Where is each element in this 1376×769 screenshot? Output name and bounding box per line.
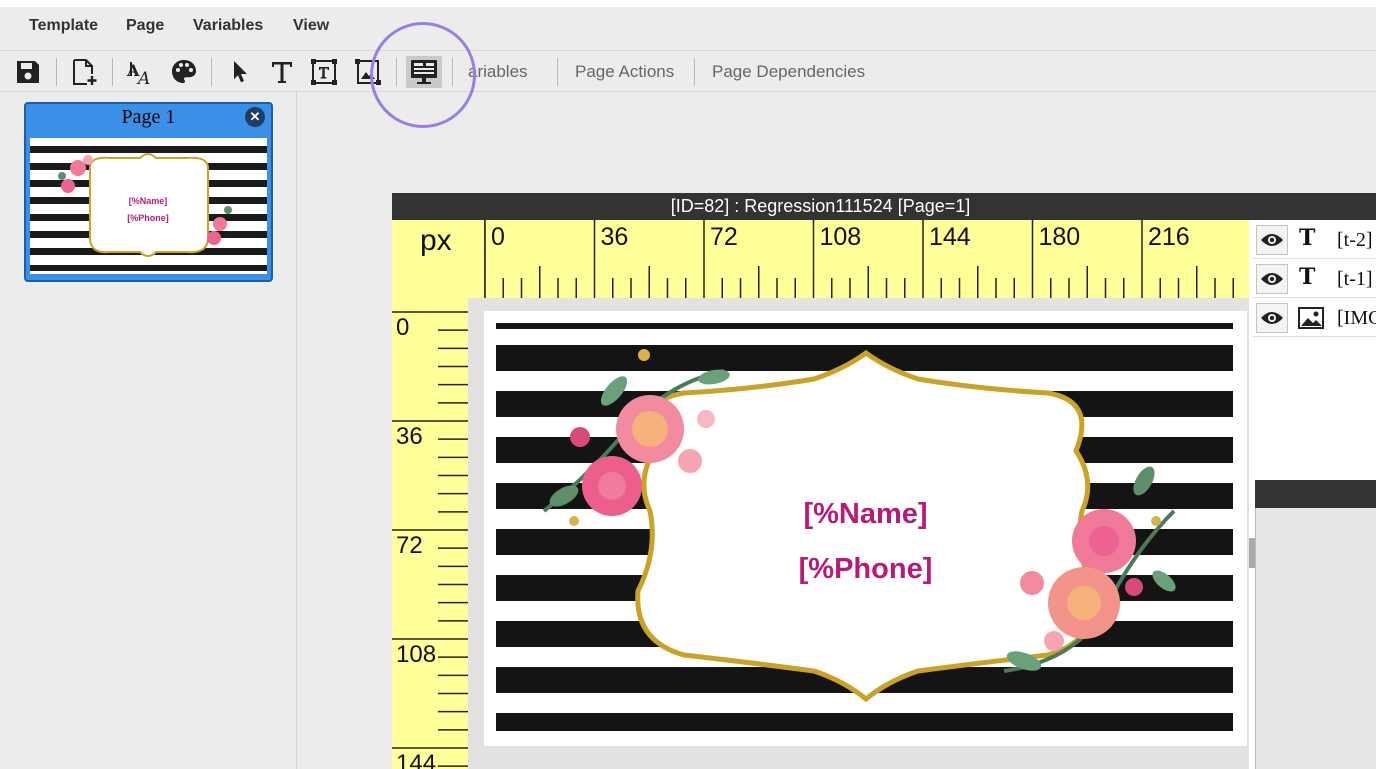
eye-icon	[1261, 312, 1283, 324]
variables-tab[interactable]: ariables	[468, 62, 528, 82]
thumbnail-card-artwork: [%Name] [%Phone]	[30, 138, 267, 274]
text-layer-icon: T	[1299, 264, 1316, 290]
page-actions-tab[interactable]: Page Actions	[575, 62, 674, 82]
horizontal-ruler: 0 36 72 108 144 180 216	[484, 220, 1249, 298]
thumbnail-phone-text: [%Phone]	[127, 213, 169, 223]
toolbar-separator	[557, 58, 558, 86]
text-box-icon	[311, 59, 337, 85]
page-thumbnail-preview: [%Name] [%Phone]	[30, 138, 267, 274]
ruler-tick-label: 72	[396, 532, 423, 559]
vertical-ruler-ticks: 0 36 72 108 144	[392, 311, 468, 769]
ruler-tick-label: 36	[601, 223, 629, 251]
menu-view[interactable]: View	[293, 17, 329, 35]
ruler-tick-label: 36	[396, 423, 423, 450]
close-icon[interactable]: ✕	[245, 107, 265, 127]
page-thumbnail-title: Page 1	[121, 106, 176, 128]
svg-text:A: A	[136, 69, 150, 87]
toolbar-separator	[211, 58, 212, 86]
save-button[interactable]	[12, 56, 44, 88]
menu-template[interactable]: Template	[29, 17, 98, 35]
eye-icon	[1261, 273, 1283, 285]
palette-button[interactable]	[168, 56, 200, 88]
ruler-tick-label: 216	[1148, 223, 1190, 251]
select-tool-button[interactable]	[224, 56, 256, 88]
layer-name: [t-1]	[1337, 268, 1373, 290]
text-tool-icon	[272, 62, 292, 83]
layer-visibility-toggle[interactable]	[1256, 225, 1288, 255]
horizontal-ruler-ticks: 0 36 72 108 144 180 216	[485, 220, 1234, 298]
ruler-tick-label: 180	[1039, 223, 1081, 251]
layers-panel: T [t-2] T [t-1] [IMG	[1249, 193, 1376, 769]
ruler-tick-label: 144	[929, 223, 971, 251]
card-name-field[interactable]: [%Name]	[484, 498, 1247, 531]
text-box-tool-button[interactable]	[308, 56, 340, 88]
image-tool-button[interactable]	[352, 56, 384, 88]
ruler-tick-label: 144	[396, 750, 436, 769]
layer-name: [IMG	[1337, 307, 1376, 329]
properties-panel	[1255, 508, 1376, 769]
layers-panel-header	[1249, 193, 1376, 220]
ruler-tick-label: 108	[820, 223, 862, 251]
ruler-tick-label: 0	[491, 223, 505, 251]
ruler-tick-label: 0	[396, 314, 409, 341]
app-window: Template Page Variables View A A ariable…	[0, 0, 1376, 769]
thumbnail-name-text: [%Name]	[129, 196, 168, 206]
toolbar-separator	[694, 58, 695, 86]
toolbar-separator	[112, 58, 113, 86]
properties-panel-header	[1255, 480, 1376, 508]
new-page-button[interactable]	[68, 56, 100, 88]
menu-variables[interactable]: Variables	[193, 17, 263, 35]
layer-name: [t-2]	[1337, 229, 1373, 251]
top-strip	[0, 0, 1376, 7]
vertical-ruler: 0 36 72 108 144	[392, 311, 468, 769]
text-tool-button[interactable]	[266, 56, 298, 88]
toolbar-separator	[56, 58, 57, 86]
menu-bar: Template Page Variables View	[0, 7, 1376, 51]
select-pointer-icon	[234, 61, 247, 83]
toolbar-separator	[452, 58, 453, 86]
document-title-bar: [ID=82] : Regression111524 [Page=1]	[392, 193, 1249, 220]
layer-visibility-toggle[interactable]	[1256, 303, 1288, 333]
card-phone-field[interactable]: [%Phone]	[484, 553, 1247, 586]
layer-row[interactable]: T [t-2]	[1253, 221, 1376, 259]
layer-visibility-toggle[interactable]	[1256, 264, 1288, 294]
font-style-icon: A A	[126, 61, 150, 87]
ruler-tick-label: 72	[710, 223, 738, 251]
page-thumbnail[interactable]: Page 1 ✕ [%Name] [%Phone]	[24, 102, 273, 282]
font-style-button[interactable]: A A	[124, 56, 156, 88]
layer-row[interactable]: [IMG	[1253, 299, 1376, 337]
design-canvas[interactable]: [%Name] [%Phone]	[484, 311, 1247, 746]
new-page-icon	[73, 59, 97, 85]
sidebar-divider	[296, 92, 297, 769]
save-icon	[17, 61, 39, 83]
preview-button[interactable]	[406, 56, 442, 88]
text-layer-icon: T	[1299, 225, 1316, 251]
ruler-tick-label: 108	[396, 641, 436, 668]
layer-row[interactable]: T [t-1]	[1253, 260, 1376, 298]
toolbar-separator	[396, 58, 397, 86]
image-tool-icon	[355, 59, 381, 85]
preview-screen-icon	[411, 60, 437, 84]
page-dependencies-tab[interactable]: Page Dependencies	[712, 62, 865, 82]
menu-page[interactable]: Page	[126, 17, 164, 35]
palette-icon	[172, 60, 196, 83]
eye-icon	[1261, 234, 1283, 246]
ruler-unit-label: px	[420, 224, 452, 257]
toolbar: A A ariables Page Actions Page Dependenc…	[0, 52, 1376, 92]
image-layer-icon	[1298, 307, 1324, 329]
